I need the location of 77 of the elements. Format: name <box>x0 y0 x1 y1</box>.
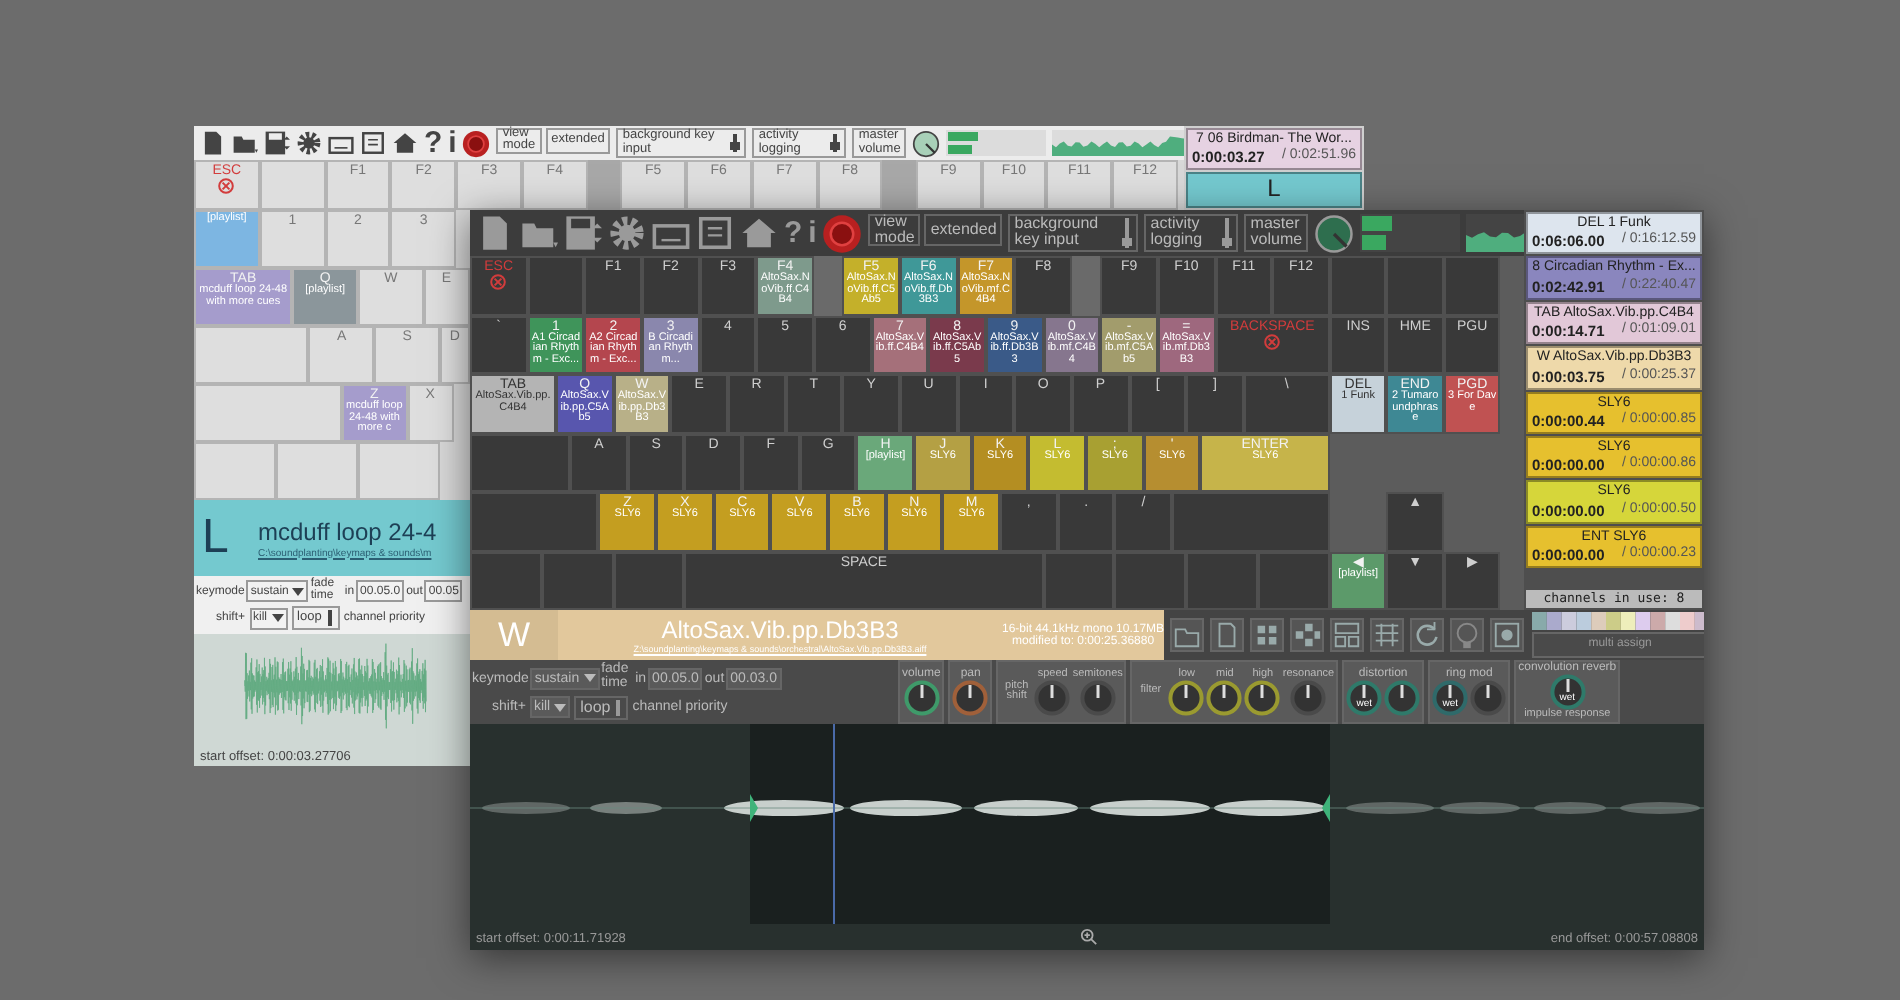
panel-icon <box>696 214 734 252</box>
panel-icon <box>360 130 386 156</box>
key-spacer <box>882 160 916 210</box>
knob[interactable] <box>903 680 940 716</box>
folder-icon <box>1170 618 1205 652</box>
help-button[interactable]: ? <box>424 126 443 160</box>
record-icon <box>462 129 491 157</box>
keyboard-key[interactable] <box>1443 256 1501 315</box>
switch-icon <box>614 699 623 716</box>
switch-icon <box>1222 217 1233 248</box>
info-button[interactable]: i <box>448 126 457 160</box>
level-meter <box>946 130 1047 156</box>
knob[interactable] <box>952 680 989 716</box>
document-icon <box>1210 618 1245 652</box>
loop-toggle[interactable]: loop <box>574 695 629 720</box>
keyboard-key[interactable] <box>259 160 326 210</box>
knob[interactable] <box>1244 680 1281 717</box>
keyboard-key[interactable] <box>613 551 685 610</box>
background-input-toggle[interactable]: background key input <box>1008 213 1139 253</box>
keyboard-key[interactable] <box>527 256 585 315</box>
knob[interactable] <box>1034 680 1071 717</box>
keyboard-key[interactable] <box>194 442 276 500</box>
keyboard-key[interactable] <box>358 442 440 500</box>
record-icon <box>822 213 863 253</box>
knob[interactable] <box>1206 680 1243 717</box>
view-option-button[interactable]: extended <box>924 213 1003 247</box>
keyboard-key[interactable] <box>194 326 309 384</box>
grid-icon <box>1370 618 1405 652</box>
home-icon <box>392 130 418 156</box>
grid-icon <box>1290 618 1325 652</box>
refresh-icon <box>1410 618 1445 652</box>
keyboard-key[interactable] <box>1172 492 1330 551</box>
keyboard-key[interactable] <box>276 442 358 500</box>
close-icon <box>490 274 507 290</box>
zoom-icon <box>1079 928 1098 946</box>
switch-icon <box>730 134 741 152</box>
bulb-icon <box>1450 618 1485 652</box>
knob[interactable] <box>1168 680 1205 717</box>
settings-icon <box>296 130 322 156</box>
home-icon <box>740 214 778 252</box>
activity-logging-toggle[interactable]: activity logging <box>1144 213 1239 253</box>
info-button[interactable]: i <box>808 216 817 250</box>
keyboard-key[interactable] <box>1043 551 1115 610</box>
view-mode-button[interactable]: view mode <box>868 213 921 247</box>
sound-key-label: W <box>470 610 558 660</box>
switch-icon <box>1122 217 1133 248</box>
keyboard-key[interactable] <box>194 384 342 442</box>
sound-key-label: L <box>202 510 231 566</box>
key-spacer <box>1071 256 1101 315</box>
close-icon <box>218 178 235 194</box>
disk-icon <box>1490 618 1525 652</box>
playlist-item[interactable]: L <box>1186 172 1362 208</box>
switch-icon <box>325 610 334 627</box>
grid-icon <box>1250 618 1285 652</box>
keyboard-key[interactable] <box>470 551 542 610</box>
master-volume-label: master volume <box>1244 213 1309 253</box>
knob[interactable] <box>1290 680 1327 717</box>
keyboard-key[interactable] <box>470 433 571 492</box>
keyboard-key[interactable] <box>1329 256 1387 315</box>
sound-name: mcduff loop 24-4 <box>258 517 437 545</box>
keyboard-key[interactable] <box>541 551 614 610</box>
close-icon <box>1264 333 1281 349</box>
help-button[interactable]: ? <box>784 216 803 250</box>
settings-icon <box>608 214 646 252</box>
keyboard-key[interactable] <box>470 492 599 551</box>
switch-icon <box>830 134 841 152</box>
grid-icon <box>1330 618 1365 652</box>
key-spacer <box>813 256 843 315</box>
keyboard-key[interactable] <box>1114 551 1187 610</box>
sound-name: AltoSax.Vib.pp.Db3B3 <box>661 616 899 644</box>
knob[interactable] <box>1470 680 1507 716</box>
key-spacer <box>587 160 621 210</box>
keyboard-key[interactable] <box>1258 551 1330 610</box>
knob[interactable] <box>1384 680 1421 716</box>
knob[interactable] <box>1079 680 1116 717</box>
document-icon <box>200 130 226 156</box>
dial-icon <box>912 129 941 157</box>
